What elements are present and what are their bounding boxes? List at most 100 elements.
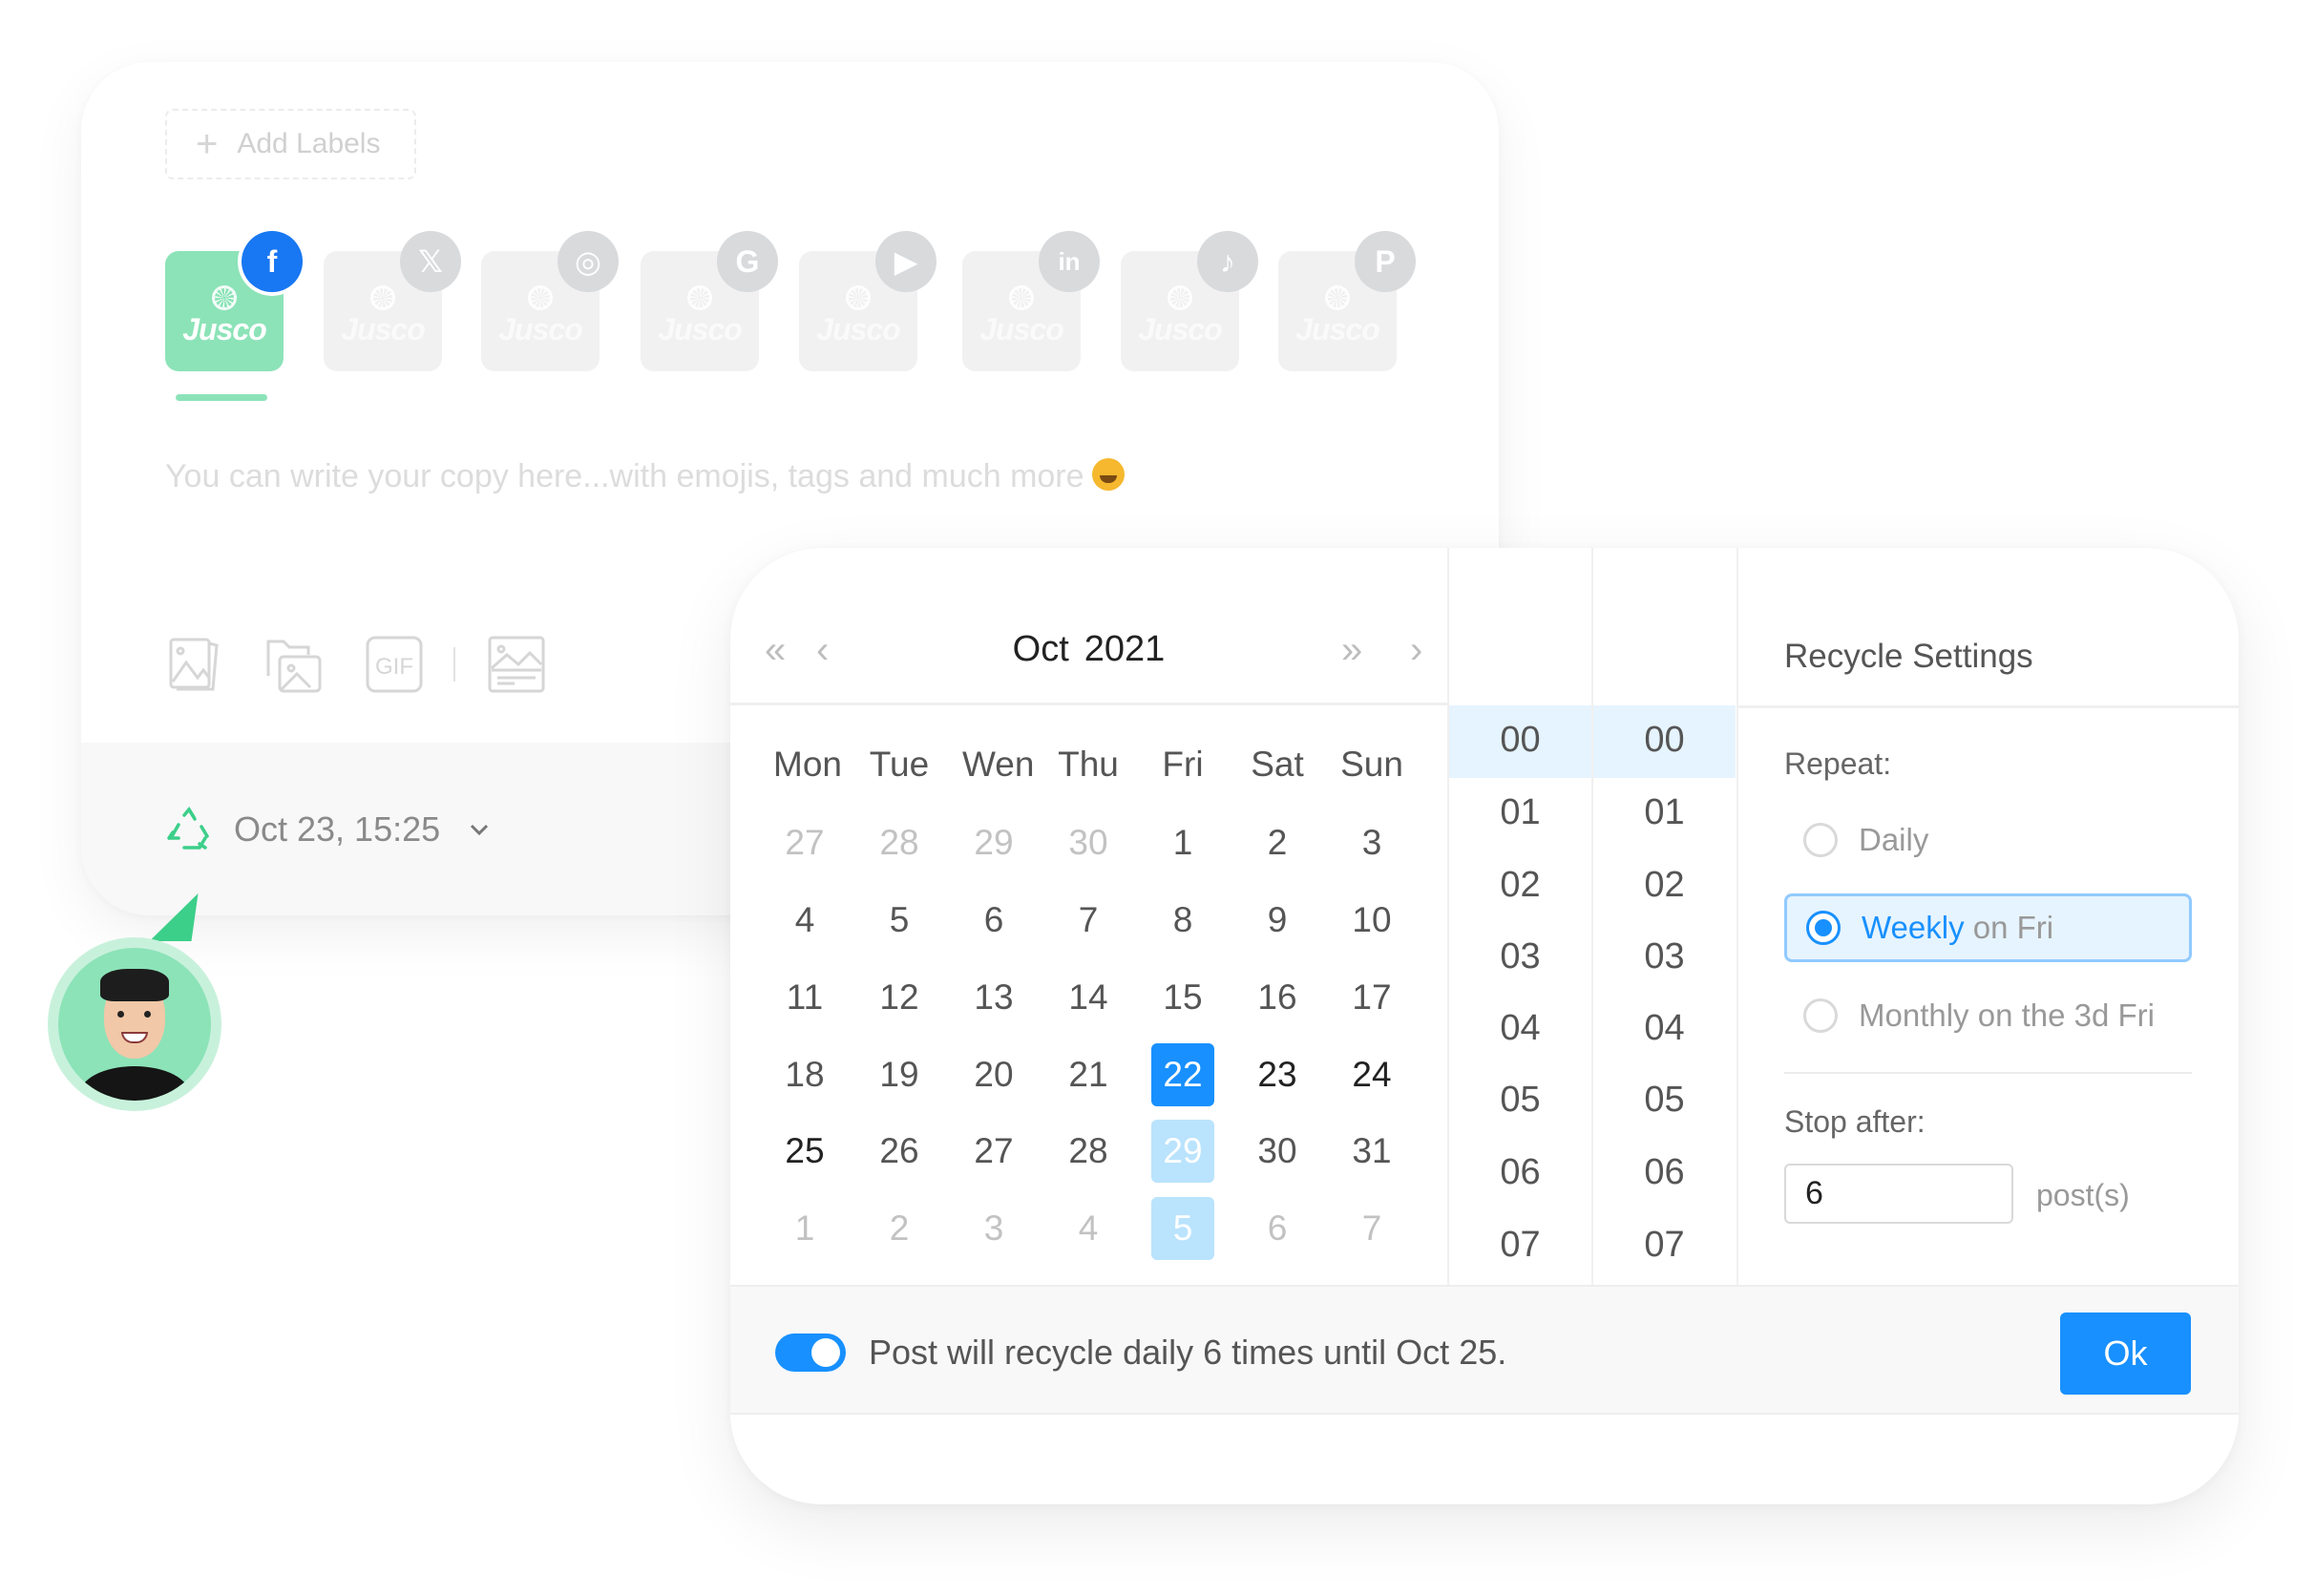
calendar-day[interactable]: 29 [962,811,1025,874]
stop-after-input[interactable] [1784,1164,2013,1224]
weekday-sun: Sun [1340,745,1403,784]
recycle-settings-title: Recycle Settings [1784,638,2033,675]
minute-option[interactable]: 07 [1593,1225,1736,1266]
avatar [48,937,221,1111]
recurrence-day[interactable]: 5 [1151,1197,1214,1260]
account-name: Jusco [658,311,742,346]
folder-image-icon[interactable] [264,634,326,695]
calendar-day[interactable]: 9 [1246,889,1309,952]
calendar-day[interactable]: 3 [962,1197,1025,1260]
instagram-icon: ◎ [558,231,619,292]
hour-option[interactable]: 04 [1449,1008,1591,1049]
ok-button[interactable]: Ok [2060,1312,2191,1395]
radio-monthly[interactable] [1803,998,1838,1033]
radio-daily[interactable] [1803,823,1838,857]
calendar-day[interactable]: 2 [1246,811,1309,874]
weekday-mon: Mon [773,745,842,784]
year-label[interactable]: 2021 [1084,629,1166,669]
calendar-day[interactable]: 30 [1057,811,1120,874]
calendar-day[interactable]: 23 [1246,1043,1309,1106]
calendar-day[interactable]: 8 [1151,889,1214,952]
month-label[interactable]: Oct [1013,629,1069,669]
calendar-day[interactable]: 31 [1340,1120,1403,1183]
settings-header-divider [1738,705,2239,708]
selected-day[interactable]: 22 [1151,1043,1214,1106]
calendar-day[interactable]: 5 [868,889,931,952]
jusco-logo-icon [687,284,712,310]
calendar-day[interactable]: 1 [1151,811,1214,874]
hour-option[interactable]: 01 [1449,792,1591,833]
jusco-logo-icon [370,284,395,310]
minute-option[interactable]: 06 [1593,1152,1736,1193]
next-month-icon[interactable]: › [1410,631,1422,669]
calendar-day[interactable]: 14 [1057,966,1120,1029]
calendar-day[interactable]: 12 [868,966,931,1029]
hour-option[interactable]: 05 [1449,1080,1591,1121]
recycle-toggle[interactable] [775,1334,846,1372]
calendar-day[interactable]: 20 [962,1043,1025,1106]
calendar-day[interactable]: 7 [1340,1197,1403,1260]
calendar-day[interactable]: 25 [773,1120,836,1183]
calendar-day[interactable]: 28 [868,811,931,874]
minute-option[interactable]: 04 [1593,1008,1736,1049]
calendar-day[interactable]: 26 [868,1120,931,1183]
banner-image-icon[interactable] [486,634,547,695]
calendar-day[interactable]: 1 [773,1197,836,1260]
post-copy-input[interactable]: You can write your copy here...with emoj… [165,458,1125,495]
gif-icon[interactable]: GIF [364,634,425,695]
calendar-day[interactable]: 3 [1340,811,1403,874]
calendar-day[interactable]: 4 [773,889,836,952]
calendar-day[interactable]: 17 [1340,966,1403,1029]
chevron-down-icon[interactable] [467,817,492,842]
calendar-day[interactable]: 19 [868,1043,931,1106]
calendar-day[interactable]: 11 [773,966,836,1029]
calendar-day[interactable]: 27 [773,811,836,874]
recycle-icon [167,806,209,850]
repeat-option-monthly[interactable]: Monthly on the 3d Fri [1784,981,2192,1050]
active-account-indicator [176,394,267,401]
account-name: Jusco [979,311,1063,346]
tiktok-icon: ♪ [1197,231,1258,292]
minute-option[interactable]: 02 [1593,865,1736,906]
recurrence-day[interactable]: 29 [1151,1120,1214,1183]
calendar-day[interactable]: 27 [962,1120,1025,1183]
repeat-option-weekly[interactable]: Weekly on Fri [1784,893,2192,962]
schedule-datetime[interactable]: Oct 23, 15:25 [234,809,440,850]
calendar-day[interactable]: 2 [868,1197,931,1260]
hour-option[interactable]: 03 [1449,936,1591,977]
month-year-label[interactable]: Oct 2021 [730,629,1447,670]
calendar-day[interactable]: 18 [773,1043,836,1106]
recycle-scheduler-card: « ‹ Oct 2021 » › Mon Tue Wen Thu Fri Sat Sun 27… [730,548,2239,1504]
calendar-day[interactable]: 7 [1057,889,1120,952]
calendar-day[interactable]: 10 [1340,889,1403,952]
linkedin-icon: in [1039,231,1100,292]
calendar-day[interactable]: 21 [1057,1043,1120,1106]
hour-column[interactable]: 00 01 02 03 04 05 06 07 [1447,548,1591,1285]
calendar-day[interactable]: 4 [1057,1197,1120,1260]
minute-option[interactable]: 00 [1593,720,1736,761]
calendar-day[interactable]: 15 [1151,966,1214,1029]
hour-option[interactable]: 00 [1449,720,1591,761]
minute-column[interactable]: 00 01 02 03 04 05 06 07 [1591,548,1736,1285]
minute-option[interactable]: 05 [1593,1080,1736,1121]
account-name: Jusco [1295,311,1379,346]
next-year-icon[interactable]: » [1341,631,1362,669]
image-gallery-icon[interactable] [165,634,226,695]
account-name: Jusco [341,311,425,346]
hour-option[interactable]: 02 [1449,865,1591,906]
calendar-day[interactable]: 16 [1246,966,1309,1029]
repeat-option-daily[interactable]: Daily [1784,806,2192,874]
calendar-day[interactable]: 24 [1340,1043,1403,1106]
hour-option[interactable]: 06 [1449,1152,1591,1193]
calendar-day[interactable]: 28 [1057,1120,1120,1183]
calendar-day[interactable]: 6 [1246,1197,1309,1260]
scheduler-footer: Post will recycle daily 6 times until Oc… [730,1285,2239,1415]
calendar-day[interactable]: 13 [962,966,1025,1029]
calendar-day[interactable]: 30 [1246,1120,1309,1183]
hour-option[interactable]: 07 [1449,1225,1591,1266]
calendar-day[interactable]: 6 [962,889,1025,952]
minute-option[interactable]: 03 [1593,936,1736,977]
minute-option[interactable]: 01 [1593,792,1736,833]
jusco-logo-icon [1168,284,1192,310]
radio-weekly[interactable] [1806,911,1841,945]
